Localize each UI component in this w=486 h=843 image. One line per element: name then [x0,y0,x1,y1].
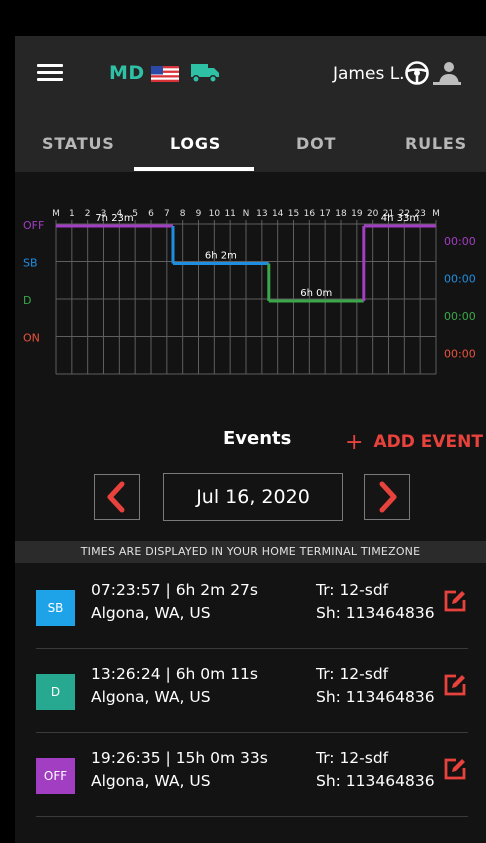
hour-tick-label: 19 [351,209,363,219]
events-heading: Events [223,428,292,449]
hour-tick-label: 11 [224,209,235,219]
date-selector[interactable]: Jul 16, 2020 [163,473,343,521]
edit-icon[interactable] [443,757,467,781]
status-row-total: 00:00 [444,272,476,285]
hour-tick-label: 15 [288,209,299,219]
hour-tick-label: 14 [272,209,284,219]
hour-tick-label: N [243,209,250,219]
truck-icon[interactable] [190,61,220,85]
status-badge: OFF [36,758,75,794]
status-row-total: 00:00 [444,347,476,360]
event-location: Algona, WA, US [91,688,211,706]
app-screen: MD James L. STATUS LOGS DOT RULES M 1 2 … [15,0,486,843]
hour-tick-label: M [432,209,440,219]
segment-duration-label: 7h 23m [95,213,133,224]
hour-tick-label: 7 [164,209,170,219]
event-location: Algona, WA, US [91,604,211,622]
chevron-right-icon [379,481,397,513]
event-row[interactable]: D 13:26:24 | 6h 0m 11s Algona, WA, US Tr… [15,649,486,733]
hour-tick-label: 18 [335,209,347,219]
hour-tick-label: 17 [319,209,330,219]
status-badge: D [36,674,75,710]
hour-tick-label: 13 [256,209,267,219]
menu-icon[interactable] [37,64,63,82]
driver-icon[interactable] [432,60,462,86]
us-flag-icon [151,66,179,82]
status-row-label: SB [23,256,38,269]
top-bar: MD James L. [15,36,486,114]
device-status-bar [15,0,486,36]
hour-tick-label: 9 [196,209,202,219]
event-trailer: Tr: 12-sdf [316,581,389,599]
status-badge: SB [36,590,75,626]
tab-dot[interactable]: DOT [296,134,336,153]
state-code: MD [109,62,145,84]
hour-tick-label: 10 [209,209,221,219]
add-event-button[interactable]: + ADD EVENT [345,428,483,455]
previous-day-button[interactable] [94,474,140,520]
event-trailer: Tr: 12-sdf [316,665,389,683]
event-row[interactable]: OFF 19:26:35 | 15h 0m 33s Algona, WA, US… [15,733,486,817]
next-day-button[interactable] [364,474,410,520]
hour-tick-label: 6 [148,209,154,219]
hour-tick-label: 2 [85,209,91,219]
event-trailer: Tr: 12-sdf [316,749,389,767]
status-row-total: 00:00 [444,235,476,248]
segment-duration-label: 6h 0m [300,288,332,299]
hour-tick-label: 20 [367,209,379,219]
segment-duration-label: 6h 2m [205,251,237,262]
hour-tick-label: 1 [69,209,75,219]
status-row-label: D [23,294,31,307]
edit-icon[interactable] [443,589,467,613]
edit-icon[interactable] [443,673,467,697]
add-event-label: ADD EVENT [373,432,483,452]
hour-tick-label: 16 [304,209,316,219]
status-row-total: 00:00 [444,310,476,323]
event-shipping: Sh: 113464836 [316,604,435,622]
status-row-label: ON [23,331,40,344]
tab-status[interactable]: STATUS [42,134,115,153]
status-row-label: OFF [23,219,44,232]
event-location: Algona, WA, US [91,772,211,790]
hour-tick-label: 8 [180,209,186,219]
event-row[interactable]: SB 07:23:57 | 6h 2m 27s Algona, WA, US T… [15,565,486,649]
driver-name[interactable]: James L. [333,64,405,84]
tab-bar: STATUS LOGS DOT RULES [15,114,486,172]
hour-tick-label: M [52,209,60,219]
event-time-duration: 13:26:24 | 6h 0m 11s [91,665,258,683]
duty-status-graph[interactable]: M 1 2 3 4 5 6 7 8 9 10 11 N 13 14 15 16 17 18 19 20 21 22 23 MOF… [15,180,486,400]
event-shipping: Sh: 113464836 [316,688,435,706]
chevron-left-icon [107,481,125,513]
event-shipping: Sh: 113464836 [316,772,435,790]
row-divider [36,816,468,817]
segment-duration-label: 4h 33m [381,213,419,224]
event-time-duration: 07:23:57 | 6h 2m 27s [91,581,258,599]
tab-logs[interactable]: LOGS [170,134,221,153]
plus-icon: + [345,430,364,455]
event-time-duration: 19:26:35 | 15h 0m 33s [91,749,268,767]
timezone-notice: TIMES ARE DISPLAYED IN YOUR HOME TERMINA… [15,541,486,563]
steering-wheel-icon[interactable] [404,60,430,86]
active-tab-indicator [134,167,254,171]
tab-rules[interactable]: RULES [405,134,467,153]
